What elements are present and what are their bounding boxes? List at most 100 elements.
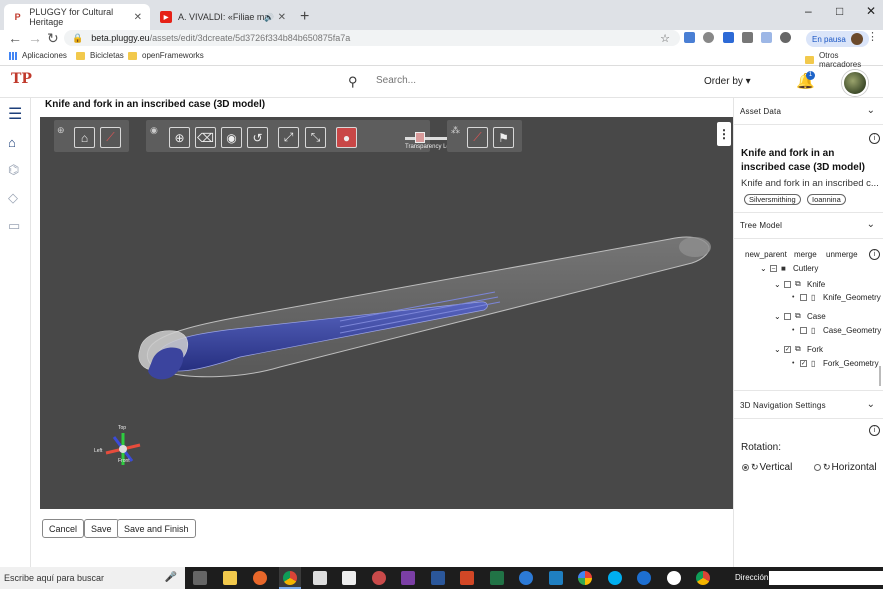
rotate-button[interactable]: ↺	[247, 127, 268, 148]
new-tab-button[interactable]: +	[300, 8, 309, 26]
tree-node-case-geometry[interactable]: • ▯ Case_Geometry	[792, 326, 881, 335]
info-icon[interactable]: i	[869, 249, 880, 260]
viewer-menu-icon[interactable]: ⋮	[717, 122, 731, 146]
maps-icon[interactable]	[519, 571, 533, 585]
docs-extension-icon[interactable]	[761, 32, 772, 43]
checkbox[interactable]	[800, 327, 807, 334]
close-icon[interactable]: ✕	[278, 12, 286, 23]
checkbox-partial[interactable]: –	[770, 265, 777, 272]
tag-chip[interactable]: Silversmithing	[744, 194, 801, 205]
info-icon[interactable]: i	[869, 133, 880, 144]
museum-icon[interactable]: ⌬	[8, 162, 19, 178]
merge-button[interactable]: merge	[794, 250, 817, 259]
tree-model-heading[interactable]: Tree Model	[740, 221, 782, 230]
home-view-button[interactable]: ⌂	[74, 127, 95, 148]
onenote-icon[interactable]	[401, 571, 415, 585]
tab-vivaldi[interactable]: ▶ A. VIVALDI: «Filiae maestae 🔊 ✕	[152, 4, 294, 30]
zoom-button[interactable]: ⊕	[169, 127, 190, 148]
tab-pluggy[interactable]: P PLUGGY for Cultural Heritage ✕	[4, 4, 150, 30]
map-pin-icon[interactable]: ◇	[8, 190, 18, 206]
photos-icon[interactable]	[578, 571, 592, 585]
calendar-icon[interactable]	[342, 571, 356, 585]
cloud-extension-icon[interactable]	[703, 32, 714, 43]
flag-button[interactable]: ⚑	[493, 127, 514, 148]
new-parent-button[interactable]: new_parent	[745, 250, 787, 259]
fit-view-button[interactable]: ⤢	[278, 127, 299, 148]
trello-icon[interactable]	[549, 571, 563, 585]
taskbar-search-field[interactable]: Escribe aquí para buscar 🎤	[0, 567, 185, 589]
shrink-view-button[interactable]: ⤡	[305, 127, 326, 148]
powerpoint-icon[interactable]	[460, 571, 474, 585]
chevron-down-icon[interactable]: ⌄	[774, 280, 784, 289]
asset-data-heading[interactable]: Asset Data	[740, 107, 781, 116]
chrome-secondary-icon[interactable]	[696, 571, 710, 585]
3d-model-render[interactable]: Top Left Front	[40, 117, 733, 509]
minimize-button[interactable]: –	[805, 4, 812, 18]
teamviewer-icon[interactable]	[637, 571, 651, 585]
search-input[interactable]	[376, 75, 656, 86]
task-view-icon[interactable]	[193, 571, 207, 585]
checkbox-checked[interactable]: ✓	[800, 360, 807, 367]
3d-viewer-canvas[interactable]: Top Left Front ⊕ ⌂ ⟋ ◉ ⊕ ⌫ ◉ ↺ ⤢ ⤡ ● Tra…	[40, 117, 733, 509]
tree-node-fork-geometry[interactable]: • ✓ ▯ Fork_Geometry	[792, 359, 879, 368]
order-by-dropdown[interactable]: Order by ▾	[704, 76, 751, 87]
extension-icon[interactable]	[742, 32, 753, 43]
tag-chip[interactable]: Ioannina	[807, 194, 846, 205]
transparency-slider-thumb[interactable]	[415, 132, 425, 143]
reload-icon[interactable]: ↻	[47, 30, 59, 47]
hamburger-menu-icon[interactable]: ☰	[8, 104, 22, 124]
extension-icon[interactable]	[780, 32, 791, 43]
tree-node-knife[interactable]: ⌄ ⧉ Knife	[774, 279, 825, 289]
chrome-icon[interactable]	[283, 571, 297, 585]
radio-unselected[interactable]	[814, 464, 821, 471]
radio-horizontal[interactable]: ↻ Horizontal	[814, 462, 877, 473]
word-icon[interactable]	[431, 571, 445, 585]
chevron-down-icon[interactable]: ⌄	[760, 264, 770, 273]
folder-outline-icon[interactable]: ▭	[8, 218, 20, 234]
excel-icon[interactable]	[490, 571, 504, 585]
home-icon[interactable]: ⌂	[8, 135, 16, 150]
checkbox[interactable]	[800, 294, 807, 301]
checkbox[interactable]	[784, 280, 791, 288]
search-icon[interactable]: ⚲	[348, 74, 358, 90]
chevron-down-icon[interactable]: ⌄	[867, 105, 875, 116]
user-avatar[interactable]	[842, 70, 868, 96]
tree-scrollbar[interactable]	[879, 366, 881, 386]
forward-arrow-icon[interactable]: →	[28, 30, 42, 46]
chevron-down-icon[interactable]: ⌄	[867, 219, 875, 230]
back-arrow-icon[interactable]: ←	[8, 30, 22, 46]
tree-node-knife-geometry[interactable]: • ▯ Knife_Geometry	[792, 293, 881, 302]
skype-icon[interactable]	[608, 571, 622, 585]
microphone-icon[interactable]: 🎤	[165, 567, 177, 589]
visibility-button[interactable]: ◉	[221, 127, 242, 148]
radio-selected[interactable]	[742, 464, 749, 471]
annotation-hide-button[interactable]: ⟋	[467, 127, 488, 148]
close-window-button[interactable]: ✕	[866, 4, 876, 18]
tree-node-fork[interactable]: ⌄ ✓ ⧉ Fork	[774, 344, 823, 354]
file-explorer-icon[interactable]	[223, 571, 237, 585]
save-button[interactable]: Save	[84, 519, 119, 538]
eraser-button[interactable]: ⌫	[195, 127, 216, 148]
unmerge-button[interactable]: unmerge	[826, 250, 858, 259]
profile-button[interactable]: En pausa	[806, 31, 869, 47]
app-icon[interactable]	[667, 571, 681, 585]
address-toolbar-input[interactable]	[769, 571, 883, 585]
close-icon[interactable]: ✕	[134, 12, 142, 23]
tree-node-case[interactable]: ⌄ ⧉ Case	[774, 311, 826, 321]
extension-icon[interactable]	[684, 32, 695, 43]
save-and-finish-button[interactable]: Save and Finish	[117, 519, 196, 538]
bookmark-openframeworks[interactable]: openFrameworks	[128, 51, 204, 60]
bookmark-apps[interactable]: Aplicaciones	[9, 51, 67, 60]
chevron-down-icon[interactable]: ⌄	[774, 345, 784, 354]
tree-node-cutlery[interactable]: ⌄ – ■ Cutlery	[760, 264, 818, 273]
transparency-toggle-button[interactable]: ●	[336, 127, 357, 148]
cancel-button[interactable]: Cancel	[42, 519, 85, 538]
browser-menu-icon[interactable]: ⋮	[867, 30, 878, 43]
firefox-icon[interactable]	[253, 571, 267, 585]
checkbox-checked[interactable]: ✓	[784, 345, 791, 353]
pluggy-logo[interactable]: TP	[11, 71, 32, 93]
info-icon[interactable]: i	[869, 425, 880, 436]
calculator-icon[interactable]	[313, 571, 327, 585]
paint-icon[interactable]	[372, 571, 386, 585]
nav-settings-heading[interactable]: 3D Navigation Settings	[740, 401, 826, 410]
